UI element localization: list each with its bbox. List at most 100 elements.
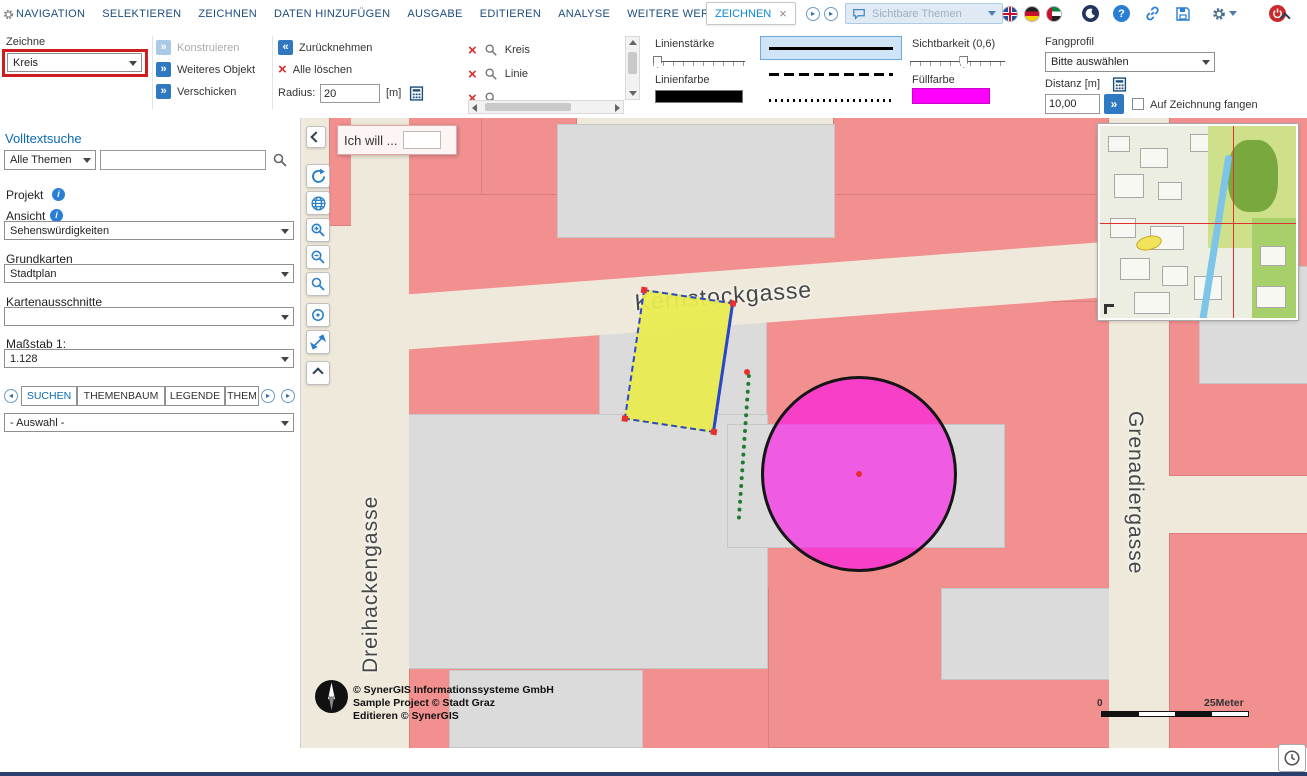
radius-input[interactable] bbox=[320, 84, 380, 103]
night-mode-moon-icon[interactable] bbox=[1082, 5, 1099, 22]
overview-map[interactable] bbox=[1098, 124, 1298, 320]
tab-navigation[interactable]: NAVIGATION bbox=[16, 8, 85, 20]
collapse-toolbar-button[interactable] bbox=[306, 361, 330, 385]
zoom-to-icon[interactable] bbox=[484, 67, 498, 81]
vertical-scrollbar[interactable] bbox=[625, 36, 640, 100]
full-extent-button[interactable] bbox=[306, 191, 330, 215]
scroll-right-icon[interactable] bbox=[615, 104, 620, 112]
map-canvas[interactable]: Kernstockgasse Dreihackengasse Grenadier… bbox=[301, 118, 1307, 748]
panel-tab-themenbaum[interactable]: THEMENBAUM bbox=[77, 386, 165, 406]
tab-editieren[interactable]: EDITIEREN bbox=[480, 8, 541, 20]
calculator-icon[interactable] bbox=[409, 86, 424, 101]
zoom-to-icon[interactable] bbox=[484, 91, 498, 100]
distanz-apply-button[interactable]: » bbox=[1104, 94, 1124, 114]
language-german-flag-icon[interactable] bbox=[1024, 6, 1040, 22]
overview-corner-icon[interactable] bbox=[1104, 304, 1114, 314]
active-tab-zeichnen[interactable]: ZEICHNEN × bbox=[706, 2, 796, 25]
massstab-dropdown[interactable]: 1.128 bbox=[4, 349, 294, 368]
slider-handle[interactable] bbox=[653, 56, 662, 68]
tab-analyse[interactable]: ANALYSE bbox=[558, 8, 610, 20]
ich-will-box[interactable]: Ich will ... bbox=[337, 125, 457, 155]
collapse-ribbon-button[interactable] bbox=[1281, 9, 1289, 27]
tab-scroll-next-button[interactable]: ▸ bbox=[824, 7, 838, 21]
distanz-input[interactable] bbox=[1045, 94, 1100, 114]
vertex-marker[interactable] bbox=[621, 415, 628, 422]
sketch-rectangle[interactable] bbox=[624, 289, 735, 433]
help-icon[interactable]: ? bbox=[1113, 5, 1130, 22]
panel-tab-suchen[interactable]: SUCHEN bbox=[21, 386, 77, 406]
konstruieren-button[interactable]: » Konstruieren bbox=[156, 40, 239, 55]
tab-zeichnen[interactable]: ZEICHNEN bbox=[198, 8, 257, 20]
delete-x-icon[interactable]: × bbox=[468, 67, 477, 82]
alle-loeschen-button[interactable]: × Alle löschen bbox=[278, 62, 352, 77]
zoom-to-icon[interactable] bbox=[484, 43, 498, 57]
linestyle-dashed-option[interactable] bbox=[760, 62, 902, 86]
auswahl-dropdown[interactable]: - Auswahl - bbox=[4, 413, 294, 432]
vertex-marker[interactable] bbox=[641, 287, 648, 294]
panel-tabs-next-button[interactable]: ▸ bbox=[261, 389, 275, 403]
panel-tab-themen[interactable]: THEM bbox=[225, 386, 259, 406]
ich-will-input[interactable] bbox=[403, 131, 441, 149]
linestyle-dotted-option[interactable] bbox=[760, 88, 902, 112]
tab-selektieren[interactable]: SELEKTIEREN bbox=[102, 8, 181, 20]
fuellfarbe-swatch[interactable] bbox=[912, 88, 990, 104]
zoom-in-button[interactable] bbox=[306, 218, 330, 242]
vertex-marker[interactable] bbox=[744, 369, 750, 375]
tab-ausgabe[interactable]: AUSGABE bbox=[407, 8, 462, 20]
scrollbar-thumb[interactable] bbox=[485, 103, 571, 111]
collapse-panel-button[interactable] bbox=[306, 126, 326, 148]
linienfarbe-swatch[interactable] bbox=[655, 90, 743, 103]
volltextsuche-link[interactable]: Volltextsuche bbox=[5, 131, 82, 146]
close-tab-icon[interactable]: × bbox=[779, 7, 787, 20]
panel-tab-legende[interactable]: LEGENDE bbox=[165, 386, 225, 406]
vertex-marker[interactable] bbox=[730, 300, 737, 307]
grundkarten-dropdown[interactable]: Stadtplan bbox=[4, 264, 294, 283]
kartenausschnitte-dropdown[interactable] bbox=[4, 307, 294, 326]
tab-daten-hinzufuegen[interactable]: DATEN HINZUFÜGEN bbox=[274, 8, 390, 20]
fulltext-search-input[interactable] bbox=[100, 150, 266, 170]
delete-x-icon[interactable]: × bbox=[468, 91, 477, 101]
time-slider-button[interactable] bbox=[1278, 744, 1306, 772]
delete-x-icon[interactable]: × bbox=[468, 43, 477, 58]
slider-handle[interactable] bbox=[959, 56, 968, 68]
auf-zeichnung-fangen-checkbox[interactable] bbox=[1132, 98, 1144, 110]
scrollbar-thumb[interactable] bbox=[628, 52, 637, 74]
scroll-up-icon[interactable] bbox=[629, 40, 637, 45]
share-link-icon[interactable] bbox=[1144, 5, 1161, 22]
language-arabic-flag-icon[interactable] bbox=[1046, 6, 1062, 22]
linienstaerke-slider[interactable] bbox=[653, 56, 745, 68]
themes-filter-dropdown[interactable]: Alle Themen bbox=[4, 150, 96, 170]
visible-themes-dropdown[interactable]: Sichtbare Themen bbox=[845, 3, 1003, 24]
weiteres-objekt-button[interactable]: » Weiteres Objekt bbox=[156, 62, 255, 77]
tab-scroll-prev-button[interactable]: ▸ bbox=[806, 7, 820, 21]
save-icon[interactable] bbox=[1175, 6, 1191, 22]
pan-extent-button[interactable] bbox=[306, 330, 330, 354]
calculator-icon[interactable] bbox=[1112, 77, 1127, 92]
settings-gear-icon[interactable] bbox=[1211, 6, 1237, 22]
center-map-button[interactable] bbox=[306, 303, 330, 327]
sketch-circle[interactable] bbox=[761, 376, 957, 572]
search-icon[interactable] bbox=[272, 152, 288, 168]
sketch-list-item[interactable]: × Linie bbox=[468, 62, 624, 86]
zoom-out-button[interactable] bbox=[306, 245, 330, 269]
zeichne-dropdown[interactable]: Kreis bbox=[7, 53, 142, 72]
circle-center-marker[interactable] bbox=[856, 471, 862, 477]
horizontal-scrollbar[interactable] bbox=[468, 100, 624, 114]
sketch-list-item[interactable]: × bbox=[468, 86, 624, 100]
panel-tabs-last-button[interactable]: ▸ bbox=[281, 389, 295, 403]
refresh-map-button[interactable] bbox=[306, 164, 330, 188]
zoom-window-button[interactable] bbox=[306, 272, 330, 296]
zuruecknehmen-button[interactable]: « Zurücknehmen bbox=[278, 40, 372, 55]
fangprofil-dropdown[interactable]: Bitte auswählen bbox=[1045, 52, 1215, 72]
language-english-flag-icon[interactable] bbox=[1002, 6, 1018, 22]
info-icon[interactable]: i bbox=[52, 188, 65, 201]
vertex-marker[interactable] bbox=[710, 429, 717, 436]
scroll-down-icon[interactable] bbox=[629, 91, 637, 96]
ansicht-dropdown[interactable]: Sehenswürdigkeiten bbox=[4, 221, 294, 240]
panel-tabs-prev-button[interactable]: ◂ bbox=[4, 389, 18, 403]
linestyle-solid-option[interactable] bbox=[760, 36, 902, 60]
scroll-left-icon[interactable] bbox=[472, 104, 477, 112]
sketch-list-item[interactable]: × Kreis bbox=[468, 38, 624, 62]
sichtbarkeit-slider[interactable] bbox=[910, 56, 1005, 68]
verschicken-button[interactable]: » Verschicken bbox=[156, 84, 236, 99]
